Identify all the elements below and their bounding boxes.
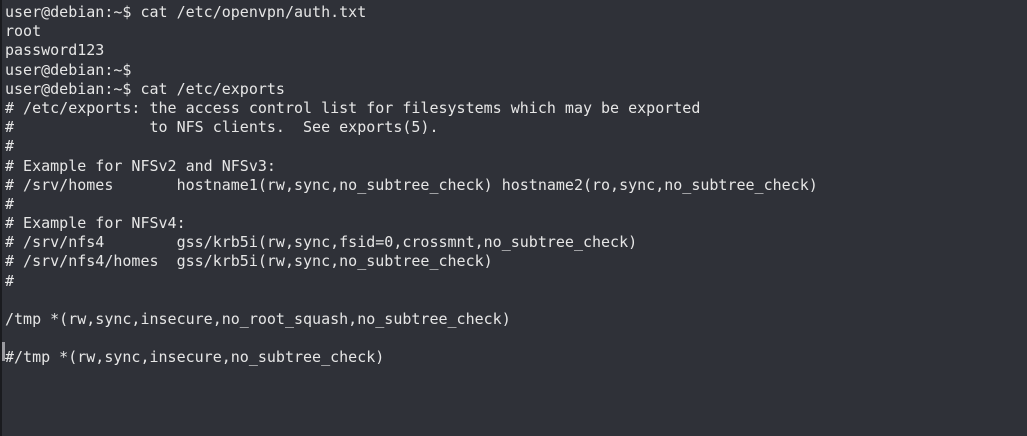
exports-comment-line: # Example for NFSv2 and NFSv3: (5, 156, 276, 175)
exports-comment-line: # /srv/homes hostname1(rw,sync,no_subtre… (5, 175, 818, 194)
exports-comment-line: # /srv/nfs4/homes gss/krb5i(rw,sync,no_s… (5, 252, 493, 271)
exports-comment-line: # /srv/nfs4 gss/krb5i(rw,sync,fsid=0,cro… (5, 233, 638, 252)
exports-comment-line: # Example for NFSv4: (5, 214, 186, 233)
exports-commented-entry-line: #/tmp *(rw,sync,insecure,no_subtree_chec… (5, 348, 385, 367)
terminal-window[interactable]: user@debian:~$ cat /etc/openvpn/auth.txt… (0, 0, 1027, 436)
output-line-username: root (5, 22, 42, 41)
scroll-marker (2, 342, 5, 361)
prompt-line-empty: user@debian:~$ (5, 60, 132, 79)
prompt-line-cat-exports: user@debian:~$ cat /etc/exports (5, 79, 285, 98)
exports-comment-line: # (5, 271, 15, 290)
output-line-password: password123 (5, 41, 105, 60)
exports-comment-line: # /etc/exports: the access control list … (5, 98, 701, 117)
exports-comment-line: # (5, 194, 15, 213)
exports-entry-line: /tmp *(rw,sync,insecure,no_root_squash,n… (5, 310, 511, 328)
prompt-line-cat-auth: user@debian:~$ cat /etc/openvpn/auth.txt (5, 3, 367, 21)
exports-comment-line: # (5, 137, 15, 156)
exports-comment-line: # to NFS clients. See exports(5). (5, 118, 439, 137)
